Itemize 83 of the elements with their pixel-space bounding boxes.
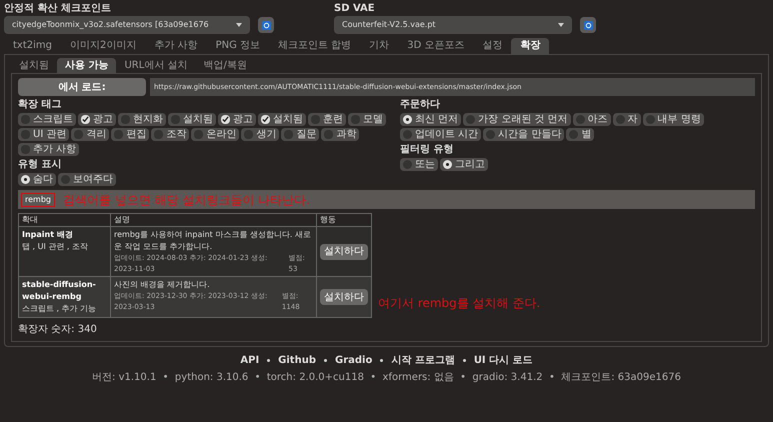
tab[interactable]: 기차 bbox=[360, 38, 398, 54]
radio-option[interactable]: 내부 명령 bbox=[642, 113, 704, 126]
tag-checkbox[interactable]: 스크립트 bbox=[18, 113, 76, 126]
tag-checkbox[interactable]: 온라인 bbox=[191, 128, 240, 141]
footer-link[interactable]: Gradio bbox=[334, 353, 372, 368]
refresh-button[interactable] bbox=[258, 17, 274, 33]
caret-icon bbox=[236, 23, 242, 27]
tag-checkbox[interactable]: 설치됨 bbox=[258, 113, 306, 126]
tab[interactable]: 백업/복원 bbox=[196, 58, 255, 73]
tag-checkbox[interactable]: 생기 bbox=[241, 128, 280, 141]
tag-checkbox[interactable]: 조작 bbox=[151, 128, 190, 141]
group-label: 필터링 유형 bbox=[400, 145, 454, 155]
radio-option[interactable]: 그리고 bbox=[440, 158, 488, 171]
column-header: 설명 bbox=[110, 214, 316, 226]
radio-option[interactable]: 시간을 만들다 bbox=[483, 128, 564, 141]
tab[interactable]: 추가 사항 bbox=[145, 38, 207, 54]
tag-checkbox[interactable]: 추가 사항 bbox=[18, 143, 80, 156]
tab[interactable]: txt2img bbox=[4, 38, 61, 54]
radio-option[interactable]: 자 bbox=[612, 113, 641, 126]
tab[interactable]: PNG 정보 bbox=[206, 38, 270, 54]
bullet-icon bbox=[380, 359, 384, 362]
field-label: 안정적 확산 체크포인트 bbox=[4, 4, 112, 14]
tab[interactable]: 사용 가능 bbox=[57, 58, 116, 73]
tag-checkbox[interactable]: 격리 bbox=[71, 128, 110, 141]
radio-option[interactable]: 또는 bbox=[400, 158, 438, 171]
refresh-icon bbox=[584, 20, 592, 30]
select-field[interactable]: cityedgeToonmix_v3o2.safetensors [63a09e1676 bbox=[4, 16, 250, 34]
install-button[interactable]: 설치하다 bbox=[320, 289, 368, 305]
group-label: 유형 표시 bbox=[18, 160, 62, 170]
radio-option[interactable]: 가장 오래된 것 먼저 bbox=[463, 113, 571, 126]
bullet-icon bbox=[462, 359, 466, 362]
extension-tags: 스크립트 , 추가 기능 bbox=[22, 303, 107, 315]
tag-checkbox[interactable]: UI 관련 bbox=[18, 128, 70, 141]
version-info: 버전: v1.10.1 • python: 3.10.6 • torch: 2.0.0+cu118 • xformers: 없음 • gradio: 3.41.2 • 체크포인트: 63a09e1676 bbox=[91, 371, 682, 385]
group-label: 주문하다 bbox=[400, 100, 441, 110]
radio-option[interactable]: 숨다 bbox=[18, 173, 56, 186]
bullet-icon bbox=[267, 359, 270, 362]
tab[interactable]: 설정 bbox=[473, 38, 512, 54]
tag-checkbox[interactable]: 편집 bbox=[111, 128, 150, 141]
tag-checkbox[interactable]: 과학 bbox=[321, 128, 360, 141]
tab[interactable]: 설치됨 bbox=[11, 58, 57, 73]
load-button[interactable]: 에서 로드: bbox=[18, 78, 146, 96]
radio-option[interactable]: 아즈 bbox=[572, 113, 611, 126]
tag-checkbox[interactable]: 광고 bbox=[78, 113, 116, 126]
search-value: rembg bbox=[21, 192, 55, 206]
annotation-text: 여기서 rembg를 설치해 준다. bbox=[378, 295, 540, 312]
tab[interactable]: 3D 오픈포즈 bbox=[398, 38, 474, 54]
extension-tags: 탭 , UI 관련 , 조작 bbox=[22, 241, 107, 253]
footer-link[interactable]: Github bbox=[278, 353, 316, 368]
footer-link[interactable]: API bbox=[240, 353, 260, 368]
tab[interactable]: 확장 bbox=[511, 38, 550, 54]
extension-description: rembg를 사용하여 inpaint 마스크를 생성합니다. 새로운 작업 모드를 추가합니다. bbox=[114, 229, 312, 253]
caret-icon bbox=[558, 23, 564, 27]
tab[interactable]: 이미지2이미지 bbox=[61, 38, 146, 54]
search-field[interactable]: rembg 검색어를 넣으면 해당 설치링크들이 나타난다. bbox=[18, 190, 755, 209]
annotation-text: 검색어를 넣으면 해당 설치링크들이 나타난다. bbox=[62, 192, 310, 208]
install-button[interactable]: 설치하다 bbox=[320, 244, 368, 260]
tag-checkbox[interactable]: 훈련 bbox=[308, 113, 346, 126]
tag-checkbox[interactable]: 질문 bbox=[281, 128, 320, 141]
extension-count: 확장자 숫자: 340 bbox=[18, 323, 98, 337]
tag-checkbox[interactable]: 모델 bbox=[348, 113, 386, 126]
column-header: 확대 bbox=[18, 214, 110, 226]
select-field[interactable]: Counterfeit-V2.5.vae.pt bbox=[334, 16, 572, 34]
tab[interactable]: 체크포인트 합병 bbox=[269, 38, 360, 54]
tag-checkbox[interactable]: 설치됨 bbox=[168, 113, 216, 126]
radio-option[interactable]: 별 bbox=[566, 128, 594, 141]
radio-option[interactable]: 보여주다 bbox=[58, 173, 116, 186]
tag-checkbox[interactable]: 광고 bbox=[218, 113, 256, 126]
refresh-icon bbox=[262, 20, 270, 30]
radio-option[interactable]: 최신 먼저 bbox=[400, 113, 462, 126]
bullet-icon bbox=[324, 359, 327, 362]
footer-link[interactable]: 시작 프로그램 bbox=[391, 353, 455, 368]
group-label: 확장 태그 bbox=[18, 100, 62, 110]
tab[interactable]: URL에서 설치 bbox=[116, 58, 196, 73]
column-header: 행동 bbox=[316, 214, 372, 226]
field-label: SD VAE bbox=[334, 4, 376, 14]
extension-description: 사진의 배경을 제거합니다. bbox=[114, 279, 211, 291]
extension-name[interactable]: stable-diffusion-webui-rembg bbox=[22, 279, 107, 303]
extension-name[interactable]: Inpaint 배경 bbox=[22, 229, 107, 241]
footer-link[interactable]: UI 다시 로드 bbox=[474, 353, 533, 368]
refresh-button[interactable] bbox=[580, 17, 596, 33]
radio-option[interactable]: 업데이트 시간 bbox=[400, 128, 482, 141]
tag-checkbox[interactable]: 현지화 bbox=[118, 113, 166, 126]
